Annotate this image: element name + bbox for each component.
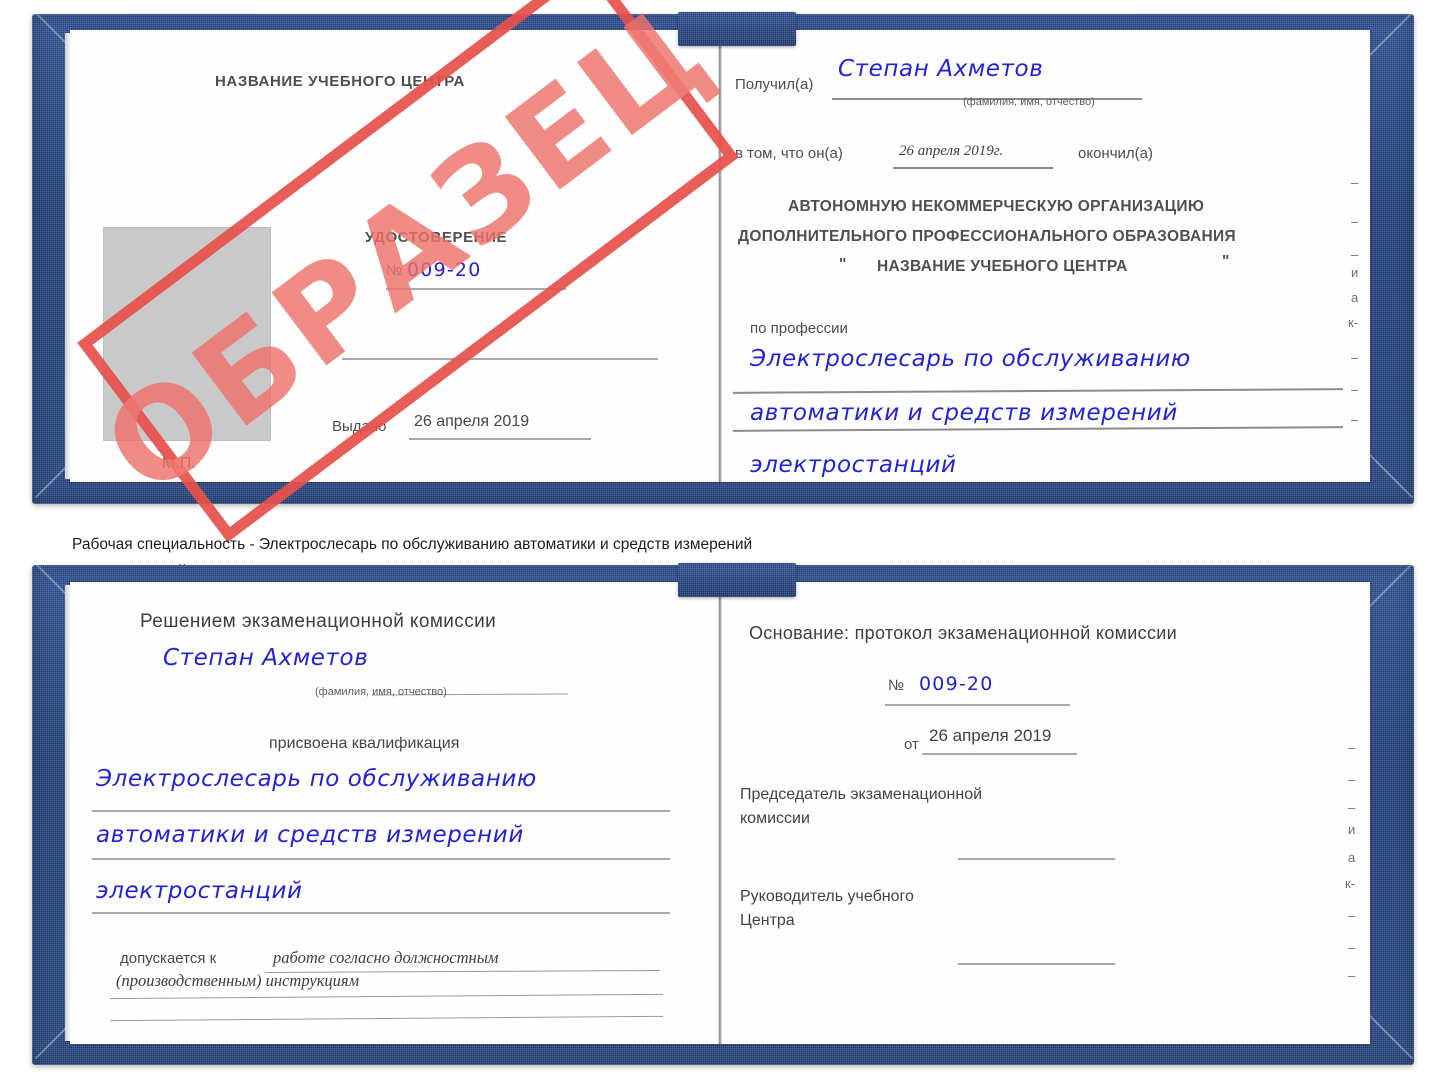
bottom-left-qualification-line3: электростанций	[96, 878, 303, 904]
top-right-in-that-label: в том, что он(а)	[735, 145, 843, 162]
bottom-right-number-label: №	[888, 677, 905, 694]
photo-placeholder	[103, 227, 271, 441]
bottom-left-name-value: Степан Ахметов	[163, 645, 369, 671]
bottom-left-qualification-line1: Электрослесарь по обслуживанию	[96, 766, 537, 792]
top-right-fio-hint: (фамилия, имя, отчество)	[963, 96, 1095, 108]
top-right-org-line2: ДОПОЛНИТЕЛЬНОГО ПРОФЕССИОНАЛЬНОГО ОБРАЗО…	[738, 228, 1236, 245]
top-right-received-value: Степан Ахметов	[838, 56, 1044, 82]
bottom-left-qual-rule2	[92, 858, 670, 860]
bottom-right-basis-label: Основание: протокол экзаменационной коми…	[749, 623, 1177, 643]
bottom-left-decision-label: Решением экзаменационной комиссии	[140, 611, 497, 632]
edge-fragment: –	[1351, 247, 1359, 262]
top-right-completion-date: 26 апреля 2019г.	[899, 143, 1004, 159]
top-right-org-quote-open: "	[839, 256, 847, 273]
edge-fragment: –	[1351, 214, 1359, 229]
bottom-right-head-signature-rule	[958, 963, 1115, 965]
top-right-org-quote-close: "	[1222, 253, 1230, 270]
certificate-bottom-gutter	[718, 582, 722, 1044]
top-right-received-label: Получил(а)	[735, 76, 814, 93]
top-left-center-name: НАЗВАНИЕ УЧЕБНОГО ЦЕНТРА	[215, 73, 465, 90]
edge-fragment: а	[1351, 290, 1359, 305]
bottom-left-qualification-line2: автоматики и средств измерений	[96, 822, 524, 848]
top-left-number-value: 009-20	[407, 259, 482, 281]
top-right-profession-label: по профессии	[750, 320, 848, 337]
bottom-right-chairman-line1: Председатель экзаменационной	[740, 786, 983, 803]
edge-fragment: –	[1351, 382, 1359, 397]
edge-fragment: к-	[1345, 876, 1356, 891]
bottom-right-chairman-line2: комиссии	[740, 810, 810, 827]
top-left-number-label: №	[386, 262, 403, 279]
edge-fragment: –	[1348, 940, 1356, 955]
top-left-title: УДОСТОВЕРЕНИЕ	[365, 229, 508, 246]
top-right-completion-rule	[893, 167, 1053, 169]
top-left-number-rule	[386, 288, 566, 290]
edge-fragment: и	[1348, 822, 1356, 837]
edge-fragment: к-	[1348, 315, 1359, 330]
edge-fragment: –	[1348, 908, 1356, 923]
cover-fold-top-right	[1366, 11, 1414, 62]
edge-fragment: –	[1348, 772, 1356, 787]
top-right-org-line1: АВТОНОМНУЮ НЕКОММЕРЧЕСКУЮ ОРГАНИЗАЦИЮ	[788, 198, 1205, 215]
bottom-left-allowed-label: допускается к	[120, 950, 217, 967]
top-right-org-line3: НАЗВАНИЕ УЧЕБНОГО ЦЕНТРА	[877, 258, 1128, 275]
certificate-bottom-binding-clip	[678, 563, 796, 597]
edge-fragment: и	[1351, 265, 1359, 280]
certificate-top-gutter	[718, 30, 722, 482]
edge-fragment: –	[1348, 800, 1356, 815]
top-right-finished-label: окончил(а)	[1078, 145, 1153, 162]
edge-fragment: –	[1351, 412, 1359, 427]
top-right-profession-line2: автоматики и средств измерений	[750, 400, 1178, 426]
bottom-left-allowed-value-line2: (производственным) инструкциям	[116, 971, 360, 990]
top-right-profession-line3: электростанций	[750, 452, 957, 478]
edge-fragment: –	[1351, 350, 1359, 365]
top-left-seal-label: М.П.	[162, 455, 196, 472]
bottom-right-number-rule	[885, 704, 1070, 706]
bottom-right-chairman-signature-rule	[958, 858, 1115, 860]
bottom-right-date-label: от	[904, 736, 919, 753]
bottom-left-qual-rule3	[92, 912, 670, 914]
top-left-issued-value: 26 апреля 2019	[414, 413, 530, 430]
cover-fold-bottom-right	[1366, 451, 1414, 502]
top-right-profession-line1: Электрослесарь по обслуживанию	[750, 346, 1191, 372]
top-left-issued-rule	[409, 438, 591, 440]
edge-fragment: –	[1348, 740, 1356, 755]
bottom-right-head-line2: Центра	[740, 912, 795, 929]
top-left-blank-rule	[342, 358, 658, 360]
bottom-right-head-line1: Руководитель учебного	[740, 888, 914, 905]
bottom-left-qual-rule1	[92, 810, 670, 812]
certificate-top-binding-clip	[678, 12, 796, 46]
caption-line-1: Рабочая специальность - Электрослесарь п…	[72, 536, 753, 553]
certificate-scan-page: НАЗВАНИЕ УЧЕБНОГО ЦЕНТРА УДОСТОВЕРЕНИЕ №…	[0, 0, 1448, 1085]
edge-fragment: а	[1348, 850, 1356, 865]
top-left-issued-label: Выдано	[332, 418, 387, 435]
bottom-left-allowed-value-line1: работе согласно должностным	[273, 948, 499, 967]
bottom-left-fio-hint: (фамилия, имя, отчество)	[315, 686, 447, 698]
edge-fragment: –	[1348, 968, 1356, 983]
cover-fold-top-right	[1366, 562, 1414, 613]
cover-fold-bottom-right	[1366, 1012, 1414, 1063]
bottom-right-number-value: 009-20	[919, 673, 994, 695]
bottom-right-date-rule	[922, 753, 1077, 755]
edge-fragment: –	[1351, 175, 1359, 190]
bottom-right-date-value: 26 апреля 2019	[929, 726, 1052, 745]
bottom-left-qualification-label: присвоена квалификация	[269, 735, 460, 752]
